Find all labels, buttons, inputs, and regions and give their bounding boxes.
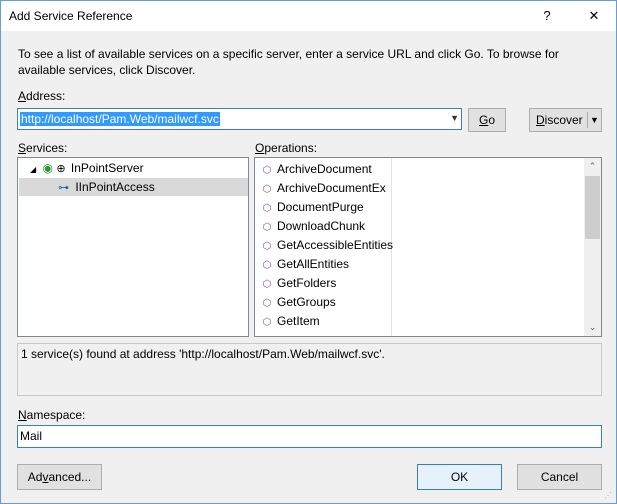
ok-button[interactable]: OK xyxy=(417,464,502,490)
vertical-scrollbar[interactable]: ⌃ ⌄ xyxy=(584,158,601,336)
operation-label: GetGroups xyxy=(277,295,336,309)
scroll-up-icon[interactable]: ⌃ xyxy=(584,158,601,175)
globe-icon: ⊕ xyxy=(56,163,66,175)
add-service-reference-dialog: Add Service Reference ? ✕ To see a list … xyxy=(0,0,617,504)
method-icon: ⬡ xyxy=(262,184,272,195)
method-icon: ⬡ xyxy=(262,203,272,214)
method-icon: ⬡ xyxy=(262,279,272,290)
operation-item[interactable]: ⬡ ArchiveDocument xyxy=(261,160,372,179)
go-button[interactable]: Go xyxy=(468,108,506,132)
method-icon: ⬡ xyxy=(262,317,272,328)
operation-label: DownloadChunk xyxy=(277,219,366,233)
operation-item[interactable]: ⬡ GetAllEntities xyxy=(261,255,349,274)
method-icon: ⬡ xyxy=(262,165,272,176)
address-value[interactable]: http://localhost/Pam.Web/mailwcf.svc xyxy=(20,112,220,126)
method-icon: ⬡ xyxy=(262,298,272,309)
collapse-arrow-icon[interactable]: ◢ xyxy=(30,165,36,174)
method-icon: ⬡ xyxy=(262,241,272,252)
services-tree[interactable]: ◢ ◉ ⊕ InPointServer ⊶ IInPointAccess xyxy=(17,157,249,337)
tree-node-child[interactable]: ⊶ IInPointAccess xyxy=(58,178,155,196)
help-button[interactable]: ? xyxy=(527,1,567,31)
operation-item[interactable]: ⬡ ArchiveDocumentEx xyxy=(261,179,386,198)
method-icon: ⬡ xyxy=(262,222,272,233)
chevron-down-icon[interactable]: ▼ xyxy=(590,109,599,131)
resize-grip-icon[interactable]: ⋰ xyxy=(604,491,614,501)
operation-label: ArchiveDocumentEx xyxy=(277,181,386,195)
close-button[interactable]: ✕ xyxy=(574,1,614,31)
scroll-down-icon[interactable]: ⌄ xyxy=(584,319,601,336)
scrollbar-thumb[interactable] xyxy=(585,176,600,239)
operations-list[interactable]: ⬡ ArchiveDocument ⬡ ArchiveDocumentEx ⬡ Docum… xyxy=(254,157,602,337)
operations-label: Operations: xyxy=(255,141,318,155)
tree-node-root-label: InPointServer xyxy=(70,161,144,175)
namespace-field[interactable]: Mail xyxy=(17,425,602,448)
chevron-down-icon[interactable]: ▼ xyxy=(450,113,459,123)
operation-label: GetAllEntities xyxy=(277,257,350,271)
operation-label: GetAccessibleEntities xyxy=(277,238,394,252)
operation-item[interactable]: ⬡ GetGroups xyxy=(261,293,336,312)
namespace-label: Namespace: xyxy=(18,408,86,422)
status-panel: 1 service(s) found at address 'http://lo… xyxy=(17,343,602,396)
namespace-value[interactable]: Mail xyxy=(20,429,42,443)
split-divider xyxy=(587,112,588,128)
operation-item[interactable]: ⬡ GetItem xyxy=(261,312,320,331)
title-bar: Add Service Reference ? ✕ xyxy=(1,1,616,31)
operation-label: ArchiveDocument xyxy=(277,162,372,176)
method-icon: ⬡ xyxy=(262,260,272,271)
operation-item[interactable]: ⬡ DocumentPurge xyxy=(261,198,364,217)
operation-item[interactable]: ⬡ GetFolders xyxy=(261,274,337,293)
tree-node-child-label: IInPointAccess xyxy=(75,180,155,194)
instructions-text: To see a list of available services on a… xyxy=(18,47,559,77)
address-combobox[interactable]: http://localhost/Pam.Web/mailwcf.svc ▼ xyxy=(17,108,462,130)
address-label: Address: xyxy=(18,89,66,103)
discover-button[interactable]: Discover ▼ xyxy=(529,108,602,132)
operation-label: GetFolders xyxy=(277,276,337,290)
operation-label: GetItem xyxy=(277,314,320,328)
operation-item[interactable]: ⬡ GetAccessibleEntities xyxy=(261,236,393,255)
status-text: 1 service(s) found at address 'http://lo… xyxy=(21,347,385,361)
tree-node-root[interactable]: ◢ ◉ ⊕ InPointServer xyxy=(30,159,144,177)
cancel-button[interactable]: Cancel xyxy=(517,464,602,490)
interface-icon: ⊶ xyxy=(58,182,69,194)
services-label: Services: xyxy=(18,141,68,155)
service-status-icon: ◉ xyxy=(42,161,53,175)
operation-item[interactable]: ⬡ DownloadChunk xyxy=(261,217,365,236)
window-title: Add Service Reference xyxy=(9,9,133,23)
operation-label: DocumentPurge xyxy=(277,200,364,214)
advanced-button[interactable]: Advanced... xyxy=(17,464,102,490)
